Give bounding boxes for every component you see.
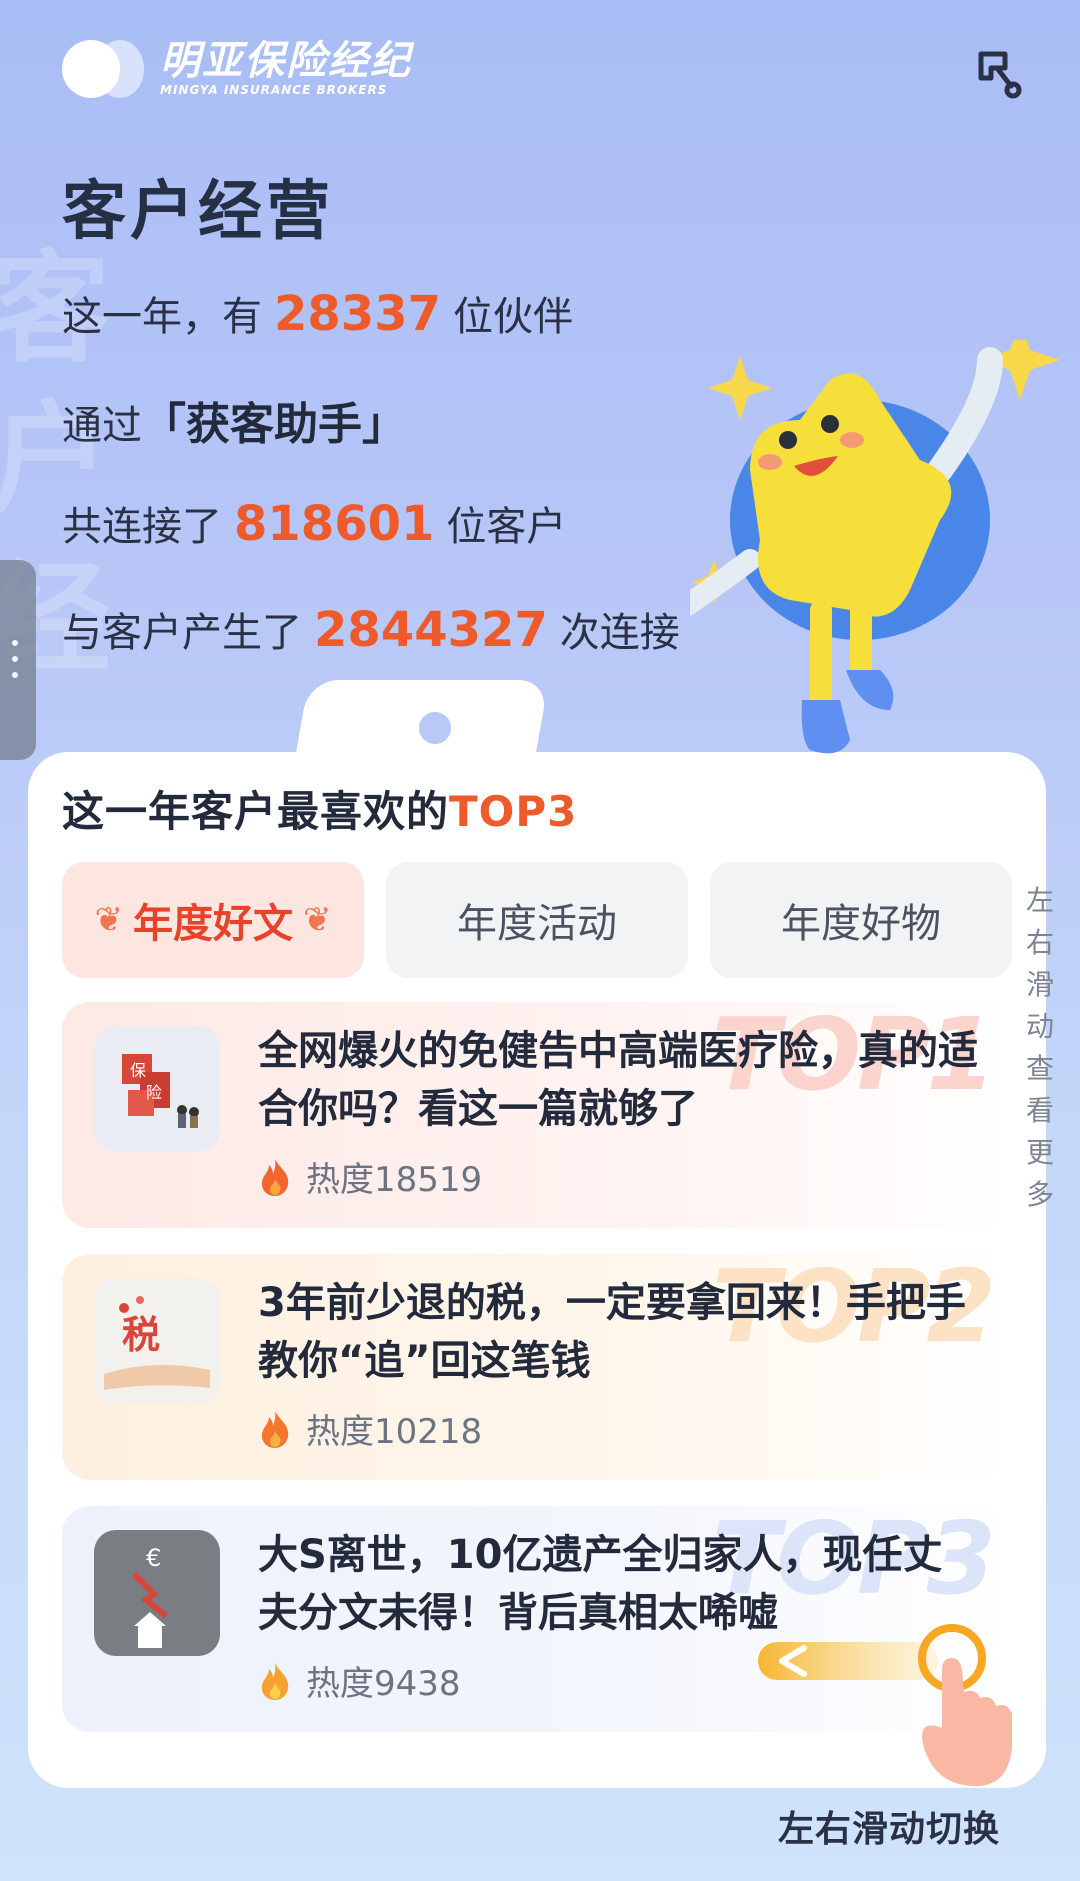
swipe-more-hint: 左右滑动查看更多: [1025, 884, 1054, 1211]
star-mascot-illustration: [669, 320, 1070, 860]
stat-connections-value: 2844327: [314, 602, 548, 658]
bottom-swipe-hint: 左右滑动切换: [778, 1809, 1001, 1850]
stat-tool-prefix: 通过: [62, 403, 142, 449]
side-drawer-handle[interactable]: [0, 560, 36, 760]
stat-partners: 这一年，有 28337 位伙伴: [62, 284, 573, 342]
item-heat: 热度10218: [258, 1404, 482, 1453]
item-title: 3年前少退的税，一定要拿回来！手把手教你“追”回这笔钱: [258, 1280, 966, 1384]
stat-customers-value: 818601: [234, 496, 435, 552]
item-heat: 热度9438: [258, 1656, 461, 1705]
tab-annual-articles[interactable]: ❦ 年度好文 ❦: [62, 862, 364, 978]
top-item-2[interactable]: TOP2 税 3年前少退的税，一定要拿回来！手把手教你“追”回这笔钱 热度102…: [62, 1254, 1012, 1480]
logo-mark-icon: [62, 36, 146, 100]
stat-customers-prefix: 共连接了: [62, 504, 222, 550]
swipe-gesture-icon: [756, 1618, 1016, 1788]
item-title: 全网爆火的免健告中高端医疗险，真的适合你吗？看这一篇就够了: [258, 1028, 978, 1132]
euro-house-icon: €: [94, 1530, 220, 1656]
brand-logo: 明亚保险经纪 MINGYA INSURANCE BROKERS: [62, 36, 412, 100]
top3-title-prefix: 这一年客户最喜欢的: [62, 787, 450, 836]
stat-tool: 通过 「获客助手」: [62, 388, 406, 452]
stat-connections-prefix: 与客户产生了: [62, 610, 302, 656]
insurance-blocks-icon: 保 险: [94, 1026, 220, 1152]
brand-name-en: MINGYA INSURANCE BROKERS: [160, 83, 388, 97]
top3-title-highlight: TOP3: [449, 787, 578, 836]
top-item-1[interactable]: TOP1 保 险 全网爆火的免健告中高端医疗险，真的适合你吗？看这一篇就够了 热…: [62, 1002, 1012, 1228]
card-hole-decoration: [415, 708, 455, 748]
tab-annual-articles-label: 年度好文: [133, 901, 293, 947]
tab-annual-activities-label: 年度活动: [457, 901, 617, 947]
svg-text:保: 保: [130, 1061, 146, 1080]
svg-text:税: 税: [122, 1313, 160, 1357]
share-icon[interactable]: [975, 48, 1023, 100]
stat-customers: 共连接了 818601 位客户: [62, 494, 566, 552]
tab-annual-products[interactable]: 年度好物: [710, 862, 1012, 978]
stat-connections: 与客户产生了 2844327 次连接: [62, 600, 680, 658]
stat-partners-suffix: 位伙伴: [453, 294, 573, 340]
stat-partners-value: 28337: [274, 286, 441, 342]
brand-name-cn: 明亚保险经纪: [160, 37, 412, 84]
tab-annual-products-label: 年度好物: [781, 901, 941, 947]
laurel-right-icon: ❦: [303, 900, 332, 940]
svg-text:险: 险: [146, 1083, 162, 1102]
flame-icon: [261, 1662, 289, 1700]
tab-annual-activities[interactable]: 年度活动: [386, 862, 688, 978]
item-heat: 热度18519: [258, 1152, 482, 1201]
flame-icon: [261, 1410, 289, 1448]
flame-icon: [261, 1158, 289, 1196]
item-heat-value: 热度9438: [306, 1664, 461, 1704]
top3-title: 这一年客户最喜欢的TOP3: [62, 778, 577, 839]
laurel-left-icon: ❦: [94, 900, 124, 940]
stat-connections-suffix: 次连接: [559, 610, 680, 656]
item-heat-value: 热度18519: [306, 1160, 483, 1200]
page-title: 客户经营: [62, 175, 334, 249]
svg-text:€: €: [146, 1544, 161, 1572]
stat-tool-name: 「获客助手」: [142, 399, 406, 450]
item-heat-value: 热度10218: [306, 1412, 483, 1452]
tax-hand-icon: 税: [94, 1278, 220, 1404]
stat-partners-prefix: 这一年，有: [62, 294, 262, 340]
stat-customers-suffix: 位客户: [446, 504, 567, 550]
